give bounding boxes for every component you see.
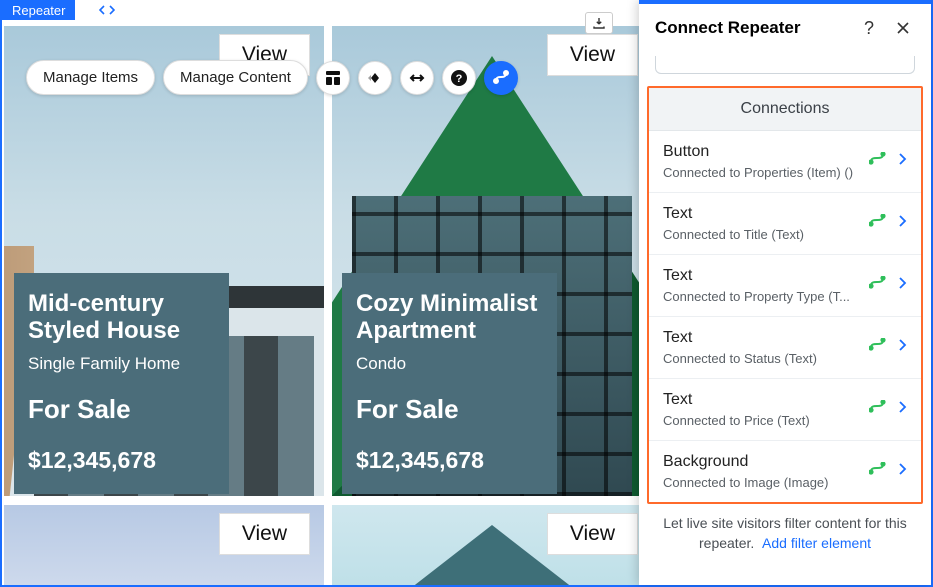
repeater-item[interactable]: View Cozy Minimalist Apartment Condo For… (332, 26, 652, 496)
connection-row-text[interactable]: Text Connected to Price (Text) (649, 379, 921, 441)
manage-content-button[interactable]: Manage Content (163, 60, 308, 95)
panel-title: Connect Repeater (655, 18, 847, 38)
connection-label: Text (663, 329, 859, 347)
card-type: Condo (356, 354, 543, 374)
connection-label: Button (663, 143, 859, 161)
chevron-right-icon (897, 462, 907, 481)
connect-repeater-panel: Connect Repeater ? Connections Button Co… (639, 0, 931, 585)
connection-label: Background (663, 453, 859, 471)
connection-sub: Connected to Properties (Item) () (663, 165, 859, 180)
card-price: $12,345,678 (356, 447, 543, 474)
connect-data-icon[interactable] (484, 61, 518, 95)
dataset-dropdown[interactable] (655, 56, 915, 74)
card-title: Cozy Minimalist Apartment (356, 291, 543, 344)
linked-icon (869, 214, 887, 233)
card-info: Mid-century Styled House Single Family H… (14, 273, 229, 494)
view-button[interactable]: View (547, 34, 638, 76)
linked-icon (869, 338, 887, 357)
floating-toolbar: Manage Items Manage Content ? (26, 60, 518, 95)
connection-row-background[interactable]: Background Connected to Image (Image) (649, 441, 921, 502)
connection-sub: Connected to Title (Text) (663, 227, 859, 242)
animation-icon[interactable] (358, 61, 392, 95)
repeater-item[interactable]: View (332, 505, 652, 585)
connection-label: Text (663, 391, 859, 409)
connection-sub: Connected to Status (Text) (663, 351, 859, 366)
add-filter-link[interactable]: Add filter element (762, 535, 871, 551)
connection-row-button[interactable]: Button Connected to Properties (Item) () (649, 131, 921, 193)
connection-row-text[interactable]: Text Connected to Status (Text) (649, 317, 921, 379)
linked-icon (869, 276, 887, 295)
card-type: Single Family Home (28, 354, 215, 374)
help-icon[interactable]: ? (442, 61, 476, 95)
tab-code-icon[interactable] (89, 0, 125, 20)
tab-repeater[interactable]: Repeater (2, 0, 75, 20)
stretch-icon[interactable] (400, 61, 434, 95)
connection-sub: Connected to Image (Image) (663, 475, 859, 490)
chevron-right-icon (897, 276, 907, 295)
chevron-right-icon (897, 152, 907, 171)
connection-row-text[interactable]: Text Connected to Title (Text) (649, 193, 921, 255)
manage-items-button[interactable]: Manage Items (26, 60, 155, 95)
connection-label: Text (663, 205, 859, 223)
connections-header: Connections (649, 88, 921, 131)
svg-text:?: ? (456, 73, 463, 85)
panel-close-icon[interactable] (891, 16, 915, 40)
connection-label: Text (663, 267, 859, 285)
linked-icon (869, 152, 887, 171)
card-status: For Sale (356, 394, 543, 425)
download-icon[interactable] (585, 12, 613, 34)
connection-sub: Connected to Property Type (T... (663, 289, 859, 304)
card-info: Cozy Minimalist Apartment Condo For Sale… (342, 273, 557, 494)
panel-help-icon[interactable]: ? (857, 16, 881, 40)
repeater-item[interactable]: View Mid-century Styled House Single Fam… (4, 26, 324, 496)
card-title: Mid-century Styled House (28, 291, 215, 344)
repeater-item[interactable]: View (4, 505, 324, 585)
card-status: For Sale (28, 394, 215, 425)
panel-footer: Let live site visitors filter content fo… (639, 504, 931, 567)
panel-header: Connect Repeater ? (639, 4, 931, 56)
chevron-right-icon (897, 338, 907, 357)
connection-sub: Connected to Price (Text) (663, 413, 859, 428)
chevron-right-icon (897, 214, 907, 233)
connection-row-text[interactable]: Text Connected to Property Type (T... (649, 255, 921, 317)
linked-icon (869, 462, 887, 481)
card-price: $12,345,678 (28, 447, 215, 474)
layout-icon[interactable] (316, 61, 350, 95)
view-button[interactable]: View (219, 513, 310, 555)
connections-section: Connections Button Connected to Properti… (647, 86, 923, 504)
view-button[interactable]: View (547, 513, 638, 555)
linked-icon (869, 400, 887, 419)
chevron-right-icon (897, 400, 907, 419)
